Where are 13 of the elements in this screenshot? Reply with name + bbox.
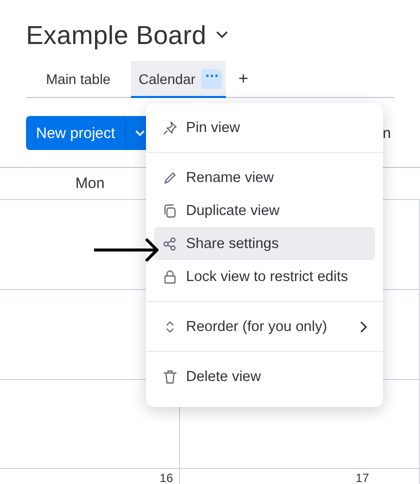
menu-item[interactable]: Reorder (for you only): [154, 310, 375, 343]
board-title: Example Board: [26, 20, 206, 50]
menu-item[interactable]: Delete view: [154, 360, 375, 393]
menu-item[interactable]: Share settings: [154, 227, 375, 260]
day-number: 16: [160, 470, 174, 484]
menu-item[interactable]: Lock view to restrict edits: [154, 260, 375, 293]
more-options-button[interactable]: ···: [201, 68, 222, 88]
day-number: 17: [356, 470, 370, 484]
toolbar-label: n: [382, 124, 391, 142]
add-tab-button[interactable]: +: [226, 61, 260, 98]
menu-item[interactable]: Pin view: [154, 111, 375, 144]
view-tab[interactable]: Calendar ···: [130, 61, 226, 98]
view-tab[interactable]: Main table: [26, 61, 131, 98]
